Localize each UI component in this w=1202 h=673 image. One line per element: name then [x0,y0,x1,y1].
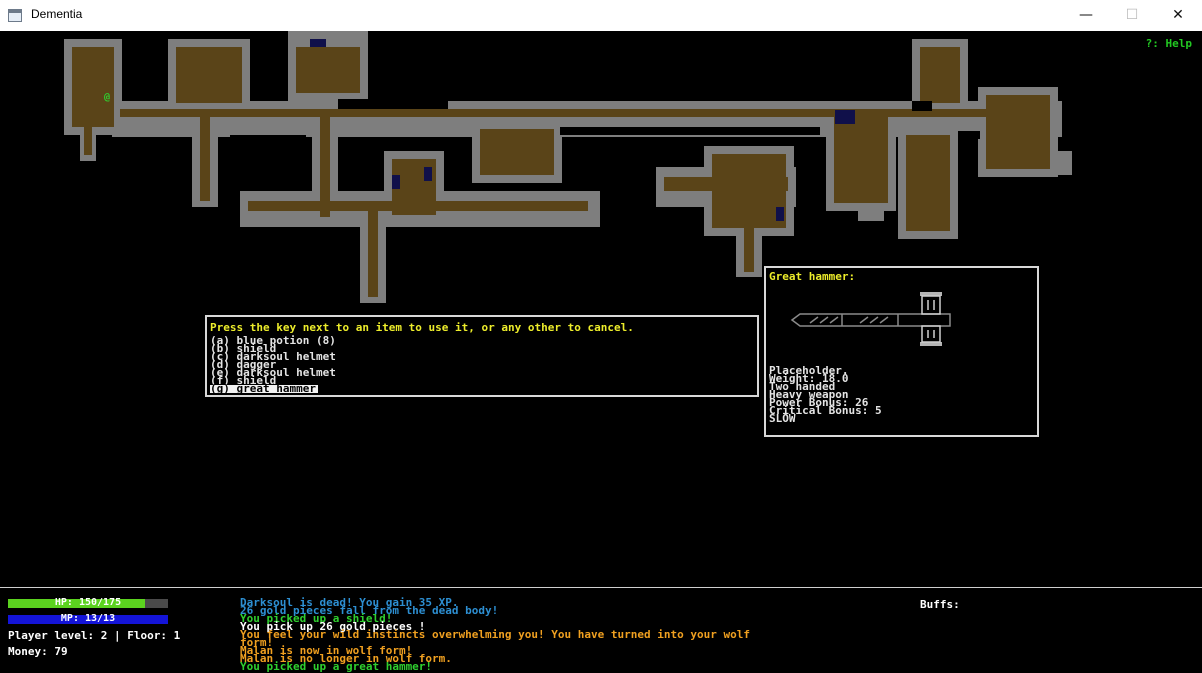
hp-text: HP: 150/175 [54,597,122,608]
map-floor [120,109,1050,117]
map-floor [176,47,242,103]
mp-text: MP: 13/13 [60,613,116,624]
inventory-dialog: Press the key next to an item to use it,… [205,315,759,397]
money-text: Money: 79 [8,645,68,658]
help-hint[interactable]: ?: Help [1146,37,1192,50]
map-floor [986,95,1050,169]
player-character: @ [104,92,111,103]
map-gap [468,93,828,101]
map-floor [480,129,554,175]
log-line: You picked up a great hammer! [240,660,433,673]
window-title: Dementia [31,7,83,21]
hp-bar: HP: 150/175 [8,597,168,608]
status-hud: HP: 150/175 MP: 13/13 Player level: 2 | … [0,587,1202,673]
app-window-icon [8,9,22,22]
map-floor [920,47,960,103]
item-detail-title: Great hammer: [769,270,856,283]
map-floor [368,211,378,297]
game-viewport[interactable]: @ ?: Help Press the key next to an item … [0,31,1202,672]
map-gap [958,131,980,139]
map-gap [338,99,448,109]
window-titlebar: Dementia — ☐ ✕ [0,0,1202,32]
map-gap [230,135,306,181]
close-button[interactable]: ✕ [1155,0,1201,31]
log-line: You feel your wild instincts overwhelmin… [240,628,750,641]
great-hammer-icon [790,292,951,346]
item-detail-stats: Placeholder. Weight: 18.0 Two handed Hea… [769,365,882,424]
inventory-item-hammer-selected[interactable]: (g) great hammer [210,383,318,394]
map-gap [560,127,820,135]
minimize-button[interactable]: — [1063,0,1109,31]
mp-bar: MP: 13/13 [8,613,168,624]
item-detail-panel: Great hammer: Placeholder. Weight: 18.0 … [764,266,1039,437]
map-door [310,39,326,47]
map-gap [452,141,470,181]
map-gap [345,143,381,183]
map-gap [912,101,932,111]
message-log: Darksoul is dead! You gain 35 XP. 26 gol… [240,597,900,673]
map-door [392,175,400,189]
map-gap [130,93,166,101]
map-floor [744,228,754,272]
map-door [424,167,432,181]
map-floor [906,135,950,231]
level-floor-text: Player level: 2 | Floor: 1 [8,629,181,642]
map-floor [200,117,210,201]
maximize-button[interactable]: ☐ [1109,0,1155,31]
map-floor [72,47,114,127]
map-floor [712,154,786,228]
map-floor [84,127,92,155]
map-door [776,207,784,221]
map-floor [296,47,360,93]
inventory-item-hammer-row: (g) great hammer [210,383,336,394]
map-door [835,110,855,124]
inventory-list: (a) blue potion (8) (b) shield (c) darks… [210,335,336,394]
buffs-label: Buffs: [920,598,960,611]
inventory-prompt: Press the key next to an item to use it,… [210,321,634,334]
map-gap [250,93,286,101]
